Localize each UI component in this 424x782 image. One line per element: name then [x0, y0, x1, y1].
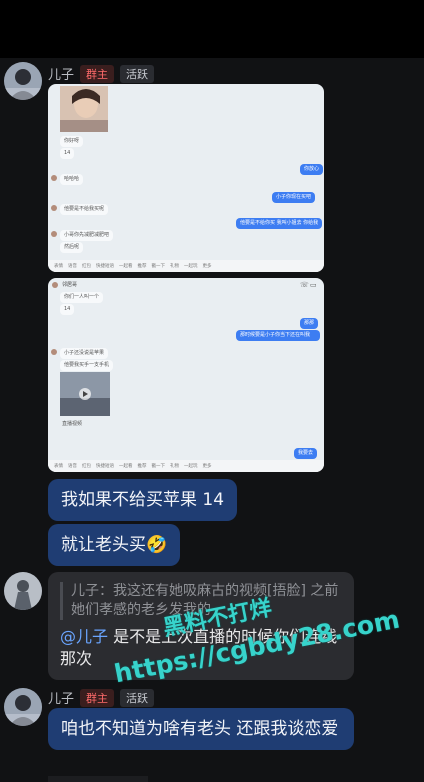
- img2-left-bubble-1: 你们一人叫一个: [60, 292, 104, 303]
- img2-right-bubble-2: 那时候要是小子你当下还在叫我: [236, 330, 320, 341]
- sender-name[interactable]: 儿子: [48, 688, 74, 707]
- message-bubble-2[interactable]: 我如果不给买苹果 14: [48, 479, 238, 521]
- img2-title: 邻居哥: [62, 282, 78, 288]
- img1-left-bubble-2: 14: [60, 148, 75, 159]
- img2-toolbar: 表情 语音 红包 快捷短语 一起看 推荐 戳一下 礼物 一起玩 更多: [48, 460, 324, 472]
- sender-row-5: 儿子 群主 活跃: [48, 688, 155, 707]
- img2-header-avatar: [52, 282, 58, 288]
- img2-video-thumbnail: [60, 372, 110, 416]
- img2-call-icon: ☏: [300, 281, 309, 289]
- active-badge: 活跃: [120, 64, 155, 83]
- img1-right-bubble-1: 你放心: [300, 164, 324, 175]
- img2-tool-7: 礼物: [170, 464, 179, 469]
- active-badge: 活跃: [120, 688, 155, 707]
- img1-tool-7: 礼物: [170, 264, 179, 269]
- img2-right-bubble-1: 那那: [300, 318, 319, 329]
- img1-tool-6: 戳一下: [151, 264, 166, 269]
- img1-tool-3: 快捷短语: [96, 264, 114, 269]
- laughing-emoji-icon: 🤣: [146, 535, 168, 555]
- img1-right-bubble-3: 他要是不给你买 我叫小姐去 你给我: [236, 218, 323, 229]
- sender-name[interactable]: 儿子: [48, 64, 74, 83]
- img2-tool-9: 更多: [202, 464, 212, 469]
- owner-badge: 群主: [80, 64, 115, 83]
- message-text: 咱也不知道为啥有老头 还跟我谈恋爱: [61, 719, 339, 739]
- person-avatar-icon: [4, 572, 42, 610]
- img2-right-bubble-3: 我要去: [294, 448, 318, 459]
- img2-tool-8: 一起玩: [184, 464, 198, 469]
- img1-tool-1: 语音: [68, 264, 77, 269]
- img2-tool-0: 表情: [54, 464, 63, 469]
- img1-avatar-c: [51, 231, 57, 237]
- avatar-son-2[interactable]: [4, 688, 42, 726]
- sender-row-1: 儿子 群主 活跃: [48, 64, 155, 83]
- img1-tool-0: 表情: [54, 264, 63, 269]
- img2-left-bubble-4: 他要我买手一支手机: [60, 360, 114, 371]
- chat-screenshot-image-2[interactable]: 邻居哥 ☏ ▭ 你们一人叫一个 14 那那 那时候要是小子你当下还在叫我 小子还…: [48, 278, 324, 472]
- chat-screenshot-image-1[interactable]: 你好呀 14 你放心 哈哈哈 小子你现在买吧 他要是不给我买呢 他要是不给你买 …: [48, 84, 324, 272]
- profile-photo: [60, 86, 108, 132]
- img1-avatar-a: [51, 175, 57, 181]
- mention-link[interactable]: @儿子: [60, 627, 108, 646]
- message-bubble-5[interactable]: 咱也不知道为啥有老头 还跟我谈恋爱: [48, 708, 354, 750]
- img1-left-bubble-5: 小哥你先减肥减肥吧: [60, 230, 114, 241]
- img1-left-bubble-6: 然后呢: [60, 242, 84, 253]
- img1-toolbar: 表情 语音 红包 快捷短语 一起看 推荐 戳一下 礼物 一起玩 更多: [48, 260, 324, 272]
- img2-tool-6: 戳一下: [151, 464, 166, 469]
- img1-avatar-b: [51, 205, 57, 211]
- person-avatar-icon: [4, 62, 42, 100]
- next-message-peek: [48, 776, 148, 782]
- img1-left-bubble-4: 他要是不给我买呢: [60, 204, 109, 215]
- avatar-member[interactable]: [4, 572, 42, 610]
- avatar-son[interactable]: [4, 62, 42, 100]
- img2-tool-5: 推荐: [137, 464, 147, 469]
- img1-tool-5: 推荐: [137, 264, 147, 269]
- img2-video-icon: ▭: [310, 281, 317, 289]
- person-avatar-icon: [4, 688, 42, 726]
- img2-video-caption: 直播视频: [62, 421, 83, 427]
- message-bubble-3[interactable]: 就让老头买🤣: [48, 524, 181, 566]
- img1-tool-9: 更多: [202, 264, 212, 269]
- img1-tool-8: 一起玩: [184, 264, 198, 269]
- face-photo-icon: [60, 86, 108, 132]
- img1-left-bubble-1: 你好呀: [60, 136, 84, 147]
- img2-left-bubble-3: 小子还没说是苹果: [60, 348, 109, 359]
- img2-tool-3: 快捷短语: [96, 464, 114, 469]
- message-text: 就让老头买: [61, 535, 146, 555]
- img1-tool-4: 一起看: [119, 264, 133, 269]
- img1-tool-2: 红包: [82, 264, 91, 269]
- message-text: 我如果不给买苹果 14: [61, 490, 225, 510]
- img2-left-bubble-2: 14: [60, 304, 75, 315]
- img1-right-bubble-2: 小子你现在买吧: [272, 192, 316, 203]
- img2-tool-4: 一起看: [119, 464, 133, 469]
- img2-tool-1: 语音: [68, 464, 77, 469]
- owner-badge: 群主: [80, 688, 115, 707]
- play-icon: [60, 372, 110, 416]
- img2-tool-2: 红包: [82, 464, 91, 469]
- img2-avatar-a: [51, 349, 57, 355]
- img1-left-bubble-3: 哈哈哈: [60, 174, 84, 185]
- top-bar: [0, 0, 424, 58]
